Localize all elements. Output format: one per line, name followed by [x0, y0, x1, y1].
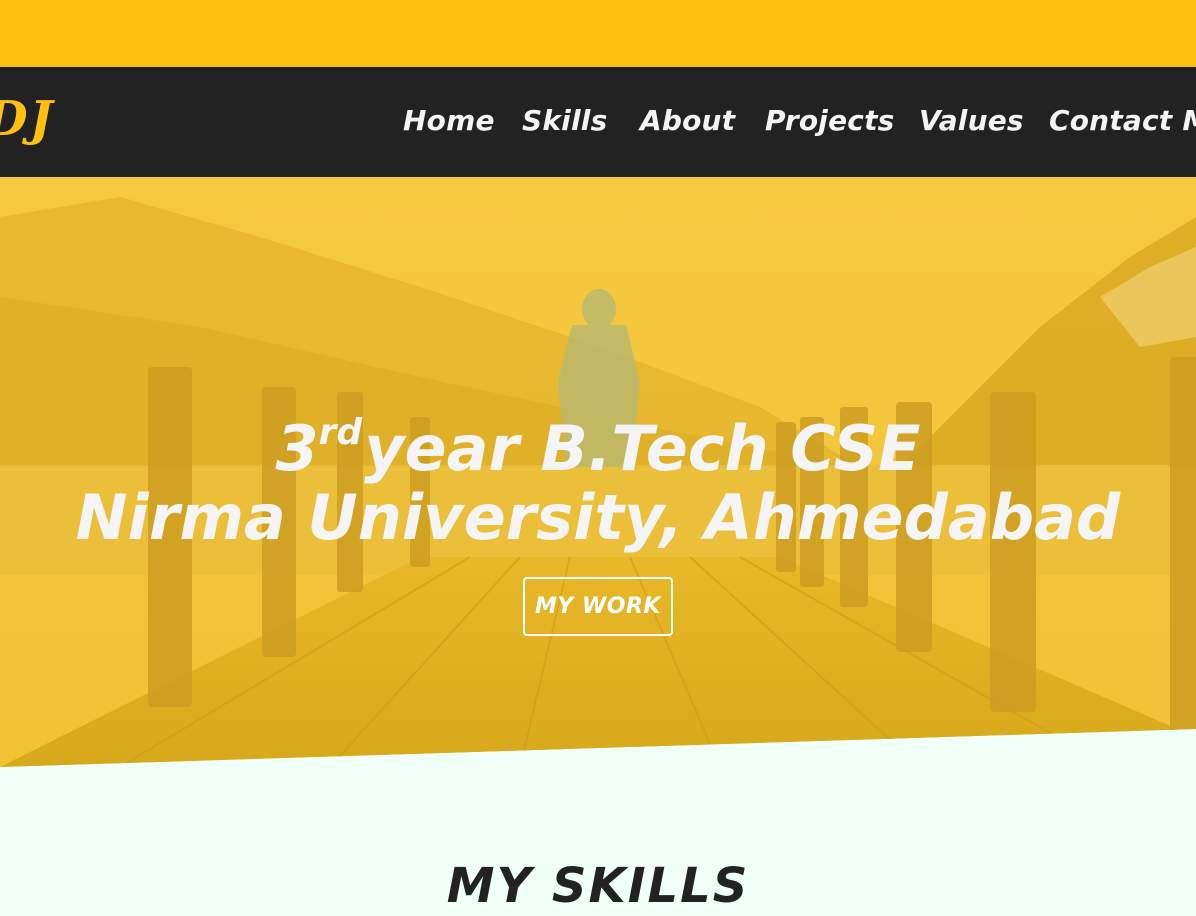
nav-link-home[interactable]: Home	[403, 101, 495, 141]
hero-year-superscript: rd	[318, 412, 363, 453]
nav-link-values[interactable]: Values	[919, 101, 1024, 141]
my-work-button[interactable]: MY WORK	[523, 577, 673, 636]
hero-headline-line1: 3rdyear B.Tech CSE	[0, 395, 1196, 487]
nav-link-projects[interactable]: Projects	[765, 101, 895, 141]
hero-section: 3rdyear B.Tech CSE Nirma University, Ahm…	[0, 177, 1196, 767]
nav-link-contact[interactable]: Contact Me	[1049, 101, 1196, 141]
hero-degree-text: year B.Tech CSE	[364, 412, 921, 485]
skills-section-title: MY SKILLS	[446, 858, 750, 914]
nav-link-about[interactable]: About	[640, 101, 735, 141]
top-accent-bar	[0, 0, 1196, 67]
nav-link-skills[interactable]: Skills	[522, 101, 607, 141]
site-logo[interactable]: DJ	[0, 89, 54, 149]
hero-headline-line2: Nirma University, Ahmedabad	[75, 481, 1121, 554]
navbar: DJ Home Skills About Projects Values Con…	[0, 67, 1196, 177]
hero-year-number: 3	[275, 412, 319, 485]
